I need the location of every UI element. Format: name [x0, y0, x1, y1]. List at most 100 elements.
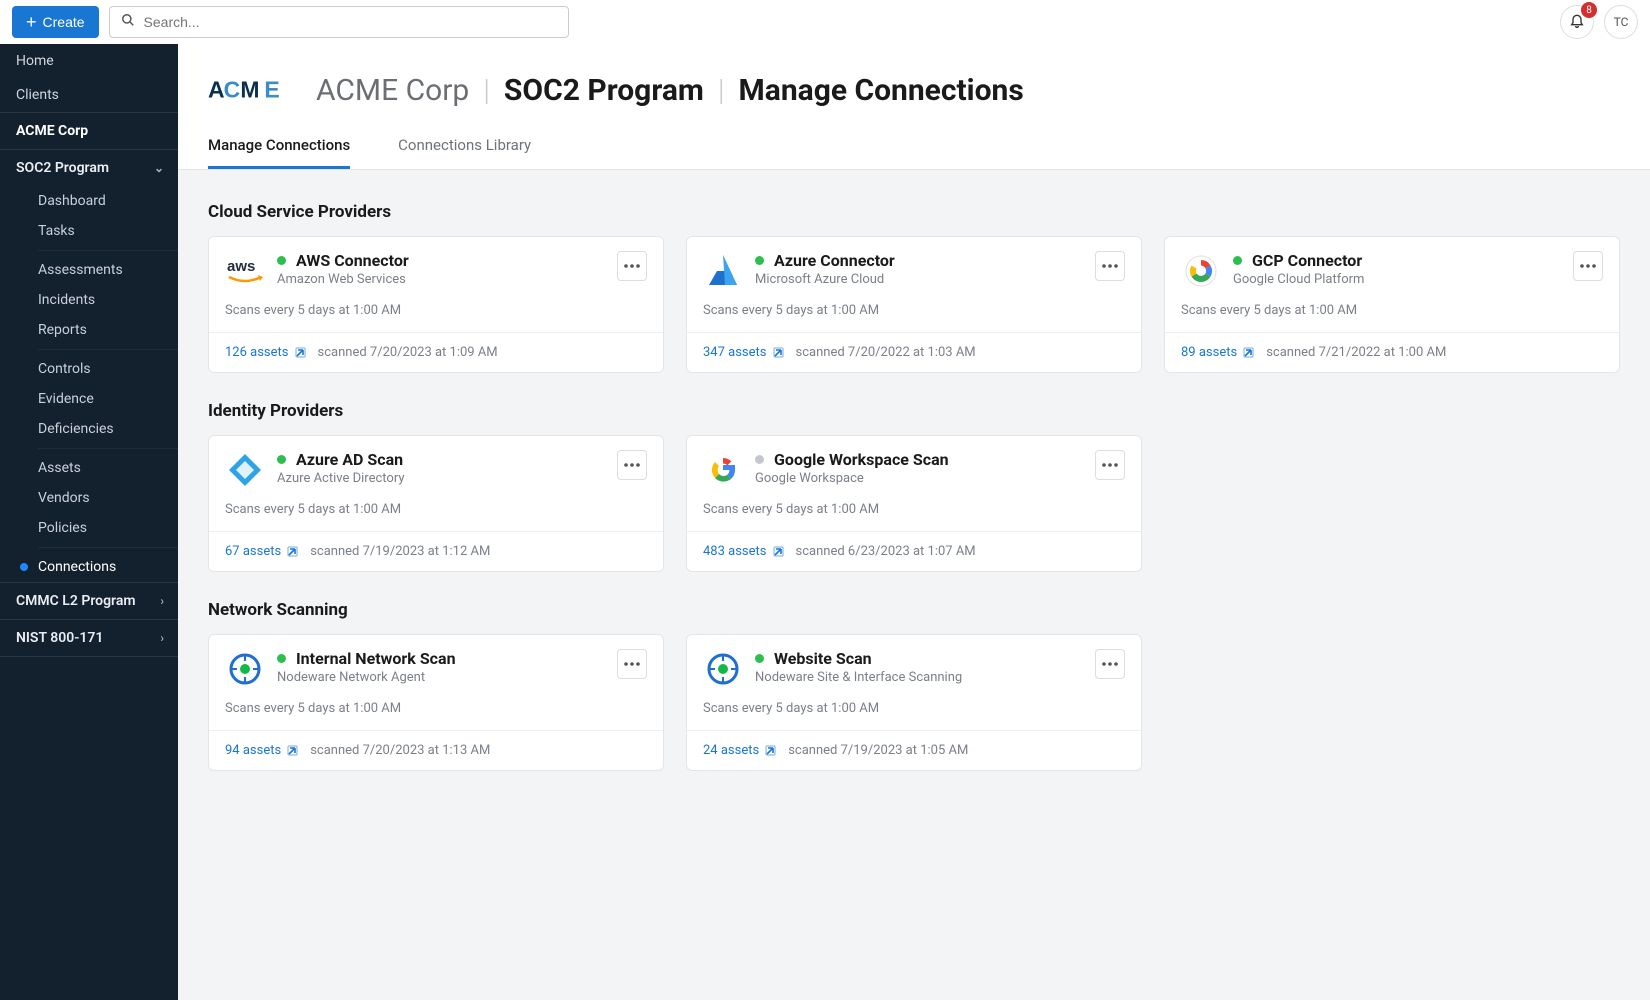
sidebar-org[interactable]: ACME Corp — [0, 113, 178, 149]
sidebar-sub-reports[interactable]: Reports — [0, 315, 178, 345]
connection-card: Internal Network Scan Nodeware Network A… — [208, 634, 664, 771]
sidebar-sub-tasks[interactable]: Tasks — [0, 216, 178, 246]
connection-grid: Internal Network Scan Nodeware Network A… — [208, 634, 1620, 771]
card-more-button[interactable] — [617, 251, 647, 281]
schedule-text: Scans every 5 days at 1:00 AM — [703, 701, 1125, 716]
user-avatar[interactable]: TC — [1604, 5, 1638, 39]
connection-title: Azure AD Scan — [296, 450, 403, 469]
sidebar-item-home[interactable]: Home — [0, 44, 178, 78]
create-button[interactable]: + Create — [12, 6, 99, 38]
tab-connections-library[interactable]: Connections Library — [398, 136, 531, 169]
tabs: Manage Connections Connections Library — [208, 136, 1620, 169]
breadcrumb-org[interactable]: ACME Corp — [316, 73, 469, 108]
search-wrap — [109, 6, 569, 38]
card-more-button[interactable] — [1095, 649, 1125, 679]
sidebar-program-cmmc[interactable]: CMMC L2 Program › — [0, 583, 178, 619]
assets-link[interactable]: 24 assets — [703, 743, 776, 758]
scanned-text: scanned 7/19/2023 at 1:12 AM — [310, 544, 490, 559]
search-icon — [121, 13, 135, 31]
card-more-button[interactable] — [1095, 251, 1125, 281]
external-link-icon — [287, 745, 298, 756]
dots-icon — [620, 254, 644, 278]
aws-icon — [225, 251, 265, 291]
scanned-text: scanned 6/23/2023 at 1:07 AM — [796, 544, 976, 559]
card-more-button[interactable] — [1573, 251, 1603, 281]
section-title: Identity Providers — [208, 401, 1620, 421]
aad-icon — [225, 450, 265, 490]
chevron-right-icon: › — [160, 631, 164, 645]
card-more-button[interactable] — [617, 649, 647, 679]
status-dot-icon — [755, 455, 764, 464]
svg-text:A: A — [208, 76, 225, 102]
sidebar-sub-deficiencies[interactable]: Deficiencies — [0, 414, 178, 444]
sidebar-sub-dashboard[interactable]: Dashboard — [0, 186, 178, 216]
connection-title: Azure Connector — [774, 251, 895, 270]
card-more-button[interactable] — [617, 450, 647, 480]
card-more-button[interactable] — [1095, 450, 1125, 480]
status-dot-icon — [277, 654, 286, 663]
connection-subtitle: Nodeware Network Agent — [277, 670, 647, 685]
connection-card: Azure AD Scan Azure Active Directory Sca… — [208, 435, 664, 572]
chevron-right-icon: › — [160, 594, 164, 608]
main: ACME ACME Corp | SOC2 Program | Manage C… — [178, 44, 1650, 1000]
connection-subtitle: Microsoft Azure Cloud — [755, 272, 1125, 287]
nodeware-icon — [225, 649, 265, 689]
avatar-initials: TC — [1614, 15, 1629, 29]
sidebar-sub-vendors[interactable]: Vendors — [0, 483, 178, 513]
sidebar-item-clients[interactable]: Clients — [0, 78, 178, 112]
external-link-icon — [765, 745, 776, 756]
sidebar-sub-assessments[interactable]: Assessments — [0, 255, 178, 285]
schedule-text: Scans every 5 days at 1:00 AM — [225, 701, 647, 716]
sidebar-sub-evidence[interactable]: Evidence — [0, 384, 178, 414]
external-link-icon — [773, 347, 784, 358]
sidebar-sub-assets[interactable]: Assets — [0, 453, 178, 483]
connection-title: Website Scan — [774, 649, 872, 668]
notifications-button[interactable]: 8 — [1560, 5, 1594, 39]
connection-subtitle: Google Workspace — [755, 471, 1125, 486]
chevron-down-icon: ⌄ — [154, 161, 164, 175]
connection-subtitle: Amazon Web Services — [277, 272, 647, 287]
gcp-icon — [1181, 251, 1221, 291]
external-link-icon — [295, 347, 306, 358]
plus-icon: + — [26, 13, 37, 31]
breadcrumb-sep: | — [718, 73, 725, 108]
assets-link[interactable]: 483 assets — [703, 544, 784, 559]
org-logo: ACME — [208, 70, 302, 110]
assets-link[interactable]: 94 assets — [225, 743, 298, 758]
notification-badge: 8 — [1581, 2, 1597, 18]
sidebar-sub-controls[interactable]: Controls — [0, 354, 178, 384]
dots-icon — [1098, 254, 1122, 278]
sidebar-sub-connections[interactable]: Connections — [0, 552, 178, 582]
assets-link[interactable]: 67 assets — [225, 544, 298, 559]
google-icon — [703, 450, 743, 490]
external-link-icon — [287, 546, 298, 557]
search-input[interactable] — [109, 6, 569, 38]
nodeware-icon — [703, 649, 743, 689]
schedule-text: Scans every 5 days at 1:00 AM — [703, 502, 1125, 517]
svg-text:M: M — [240, 76, 259, 102]
azure-icon — [703, 251, 743, 291]
connection-card: AWS Connector Amazon Web Services Scans … — [208, 236, 664, 373]
dots-icon — [1098, 453, 1122, 477]
page-header: ACME ACME Corp | SOC2 Program | Manage C… — [178, 44, 1650, 170]
status-dot-icon — [755, 256, 764, 265]
scanned-text: scanned 7/21/2022 at 1:00 AM — [1266, 345, 1446, 360]
breadcrumb: ACME Corp | SOC2 Program | Manage Connec… — [316, 73, 1024, 108]
connection-title: Internal Network Scan — [296, 649, 456, 668]
tab-manage-connections[interactable]: Manage Connections — [208, 136, 350, 169]
connection-title: Google Workspace Scan — [774, 450, 949, 469]
schedule-text: Scans every 5 days at 1:00 AM — [225, 303, 647, 318]
scanned-text: scanned 7/20/2022 at 1:03 AM — [796, 345, 976, 360]
breadcrumb-sep: | — [483, 73, 490, 108]
assets-link[interactable]: 89 assets — [1181, 345, 1254, 360]
sidebar-program-nist[interactable]: NIST 800-171 › — [0, 620, 178, 656]
scanned-text: scanned 7/20/2023 at 1:13 AM — [310, 743, 490, 758]
sidebar-sub-incidents[interactable]: Incidents — [0, 285, 178, 315]
sidebar: Home Clients ACME Corp SOC2 Program ⌄ Da… — [0, 44, 178, 1000]
assets-link[interactable]: 126 assets — [225, 345, 306, 360]
schedule-text: Scans every 5 days at 1:00 AM — [1181, 303, 1603, 318]
sidebar-program-soc2[interactable]: SOC2 Program ⌄ — [0, 150, 178, 186]
assets-link[interactable]: 347 assets — [703, 345, 784, 360]
sidebar-sub-policies[interactable]: Policies — [0, 513, 178, 543]
breadcrumb-program[interactable]: SOC2 Program — [504, 73, 704, 108]
